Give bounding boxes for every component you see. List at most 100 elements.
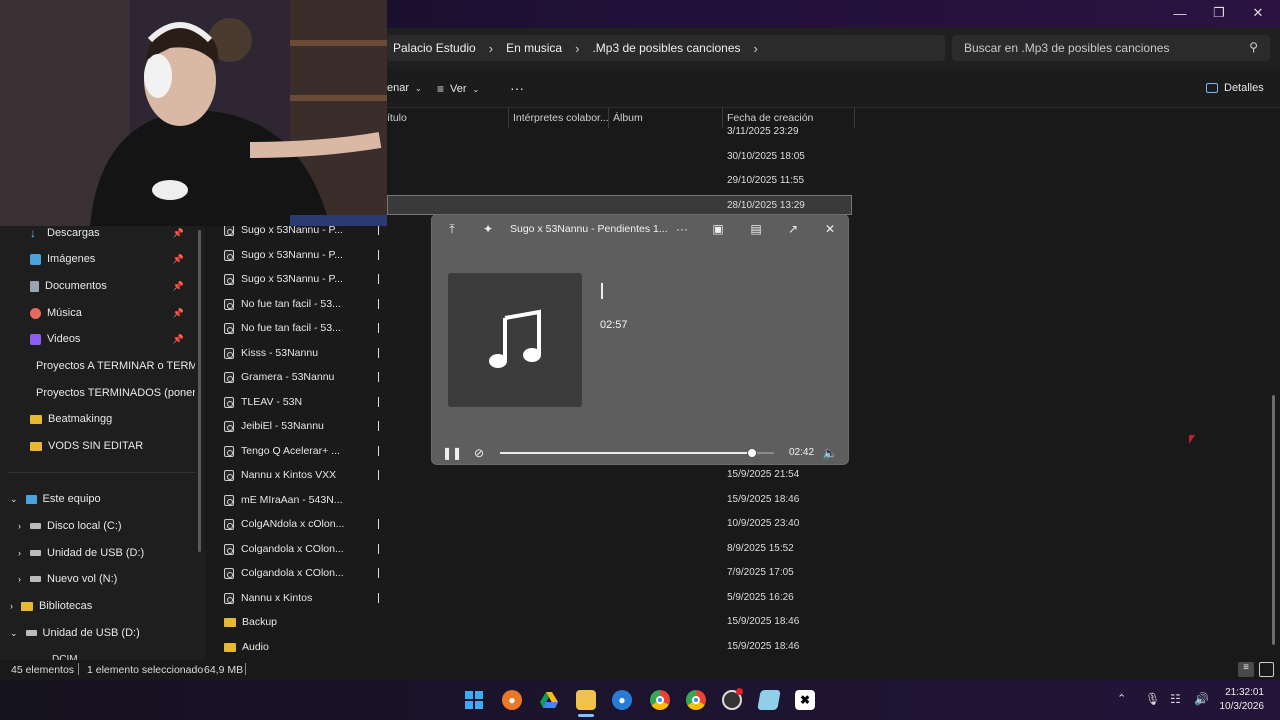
nav-drive-n[interactable]: › Nuevo vol (N:): [18, 566, 198, 592]
close-icon[interactable]: ✕: [820, 221, 840, 237]
file-row[interactable]: JeibiEl - 53Nannu: [224, 414, 374, 438]
speaker-icon[interactable]: 🔊: [1194, 692, 1209, 706]
chrome-icon[interactable]: [650, 690, 670, 710]
details-view-icon[interactable]: ≡: [1238, 662, 1254, 677]
file-row[interactable]: Colgandola x COlon...: [224, 561, 374, 585]
content-scrollbar[interactable]: [1272, 395, 1275, 645]
breadcrumb-palacio[interactable]: Palacio Estudio: [393, 41, 476, 55]
view-button[interactable]: ≡ Ver ⌄: [437, 82, 479, 96]
microphone-icon[interactable]: 🎙: [1145, 692, 1160, 706]
file-info-icon[interactable]: ▣: [708, 221, 728, 237]
fl-studio-icon[interactable]: ●: [502, 690, 522, 710]
pin-on-top-icon[interactable]: ✦: [478, 221, 498, 237]
folder-row[interactable]: Backup: [224, 610, 374, 634]
nav-scrollbar[interactable]: [198, 230, 201, 552]
volume-icon[interactable]: 🔈: [820, 445, 840, 461]
row-divider: [378, 568, 379, 578]
nav-videos[interactable]: Videos 📌: [30, 326, 200, 352]
clock-date[interactable]: 10/3/2026: [1210, 701, 1265, 712]
column-album[interactable]: Álbum: [613, 112, 643, 124]
nav-musica[interactable]: Música 📌: [30, 300, 200, 326]
pause-icon[interactable]: ❚❚: [442, 445, 462, 461]
playlist-icon[interactable]: ▤: [746, 221, 766, 237]
folder-row[interactable]: Audio: [224, 635, 374, 659]
file-row[interactable]: Kisss - 53Nannu: [224, 341, 374, 365]
chevron-down-icon[interactable]: ⌄: [10, 628, 18, 639]
file-row[interactable]: mE MIraAan - 543N...: [224, 488, 374, 512]
minimize-button[interactable]: —: [1161, 0, 1199, 26]
microphone-app-icon[interactable]: ●: [612, 690, 632, 710]
share-icon[interactable]: ↗: [783, 221, 803, 237]
nav-dcim-partial[interactable]: DCIM: [52, 653, 78, 660]
details-button[interactable]: Detalles: [1206, 82, 1264, 94]
nav-este-equipo[interactable]: ⌄ Este equipo: [10, 486, 200, 512]
close-button[interactable]: ✕: [1239, 0, 1277, 26]
pin-icon[interactable]: 📌: [173, 308, 184, 319]
chevron-right-icon[interactable]: ›: [10, 601, 13, 611]
file-row[interactable]: Sugo x 53Nannu - P...: [224, 243, 374, 267]
more-options-button[interactable]: ···: [510, 80, 524, 96]
clock-time[interactable]: 21:32:01: [1216, 687, 1264, 698]
sort-button[interactable]: enar ⌄: [387, 82, 422, 94]
file-row[interactable]: Gramera - 53Nannu: [224, 365, 374, 389]
nav-imagenes[interactable]: Imágenes 📌: [30, 246, 200, 272]
pin-icon[interactable]: 📌: [173, 281, 184, 292]
column-artists[interactable]: Intérpretes colabor...: [513, 112, 609, 124]
mini-player[interactable]: ⤒ ✦ Sugo x 53Nannu - Pendientes 1... ···…: [431, 214, 849, 465]
nav-folder[interactable]: Proyectos TERMINADOS (poner p: [30, 380, 195, 406]
column-divider[interactable]: [508, 108, 509, 128]
file-row[interactable]: Tengo Q Acelerar+ ...: [224, 439, 374, 463]
file-row[interactable]: Sugo x 53Nannu - P...: [224, 267, 374, 291]
pin-icon[interactable]: 📌: [173, 254, 184, 265]
column-title[interactable]: ítulo: [387, 112, 407, 124]
breadcrumb-mp3[interactable]: .Mp3 de posibles canciones: [592, 41, 740, 55]
column-divider[interactable]: [722, 108, 723, 128]
nav-drive-d[interactable]: › Unidad de USB (D:): [18, 540, 198, 566]
nav-drive-c[interactable]: › Disco local (C:): [18, 513, 198, 539]
nav-documentos[interactable]: Documentos 📌: [30, 273, 200, 299]
chevron-down-icon[interactable]: ⌄: [10, 494, 18, 505]
nav-usb-d[interactable]: ⌄ Unidad de USB (D:): [10, 620, 200, 646]
chevron-right-icon: ›: [575, 40, 580, 56]
file-row[interactable]: TLEAV - 53N: [224, 390, 374, 414]
nav-bibliotecas[interactable]: › Bibliotecas: [10, 593, 200, 619]
chevron-up-icon[interactable]: ⌃: [1117, 692, 1126, 705]
network-icon[interactable]: ☷: [1170, 692, 1181, 706]
nav-folder[interactable]: VODS SIN EDITAR: [30, 433, 195, 459]
breadcrumb-en-musica[interactable]: En musica: [506, 41, 562, 55]
file-row[interactable]: No fue tan facil - 53...: [224, 316, 374, 340]
folder-name: Backup: [242, 616, 278, 628]
tiles-view-icon[interactable]: [1259, 662, 1274, 677]
seek-thumb[interactable]: [747, 448, 758, 458]
maximize-button[interactable]: ❐: [1200, 0, 1238, 26]
chevron-right-icon[interactable]: ›: [18, 574, 21, 584]
pin-icon[interactable]: 📌: [173, 334, 184, 345]
seek-track[interactable]: [500, 448, 774, 458]
file-explorer-icon[interactable]: [576, 690, 596, 710]
chevron-right-icon[interactable]: ›: [18, 548, 21, 558]
column-created[interactable]: Fecha de creación: [727, 112, 813, 124]
google-drive-icon[interactable]: [539, 690, 559, 710]
file-row[interactable]: Nannu x Kintos: [224, 586, 374, 610]
chevron-right-icon[interactable]: ›: [18, 521, 21, 531]
file-row[interactable]: ColgANdola x cOlon...: [224, 512, 374, 536]
repeat-off-icon[interactable]: ⊘: [469, 445, 489, 461]
chevron-right-icon[interactable]: ›: [754, 41, 758, 56]
search-icon[interactable]: ⚲: [1249, 40, 1258, 54]
notes-app-icon[interactable]: [757, 690, 781, 710]
file-row[interactable]: Colgandola x COlon...: [224, 537, 374, 561]
restore-icon[interactable]: ⤒: [442, 221, 462, 237]
file-row[interactable]: No fue tan facil - 53...: [224, 292, 374, 316]
more-icon[interactable]: ···: [672, 221, 692, 237]
nav-folder[interactable]: Beatmakingg: [30, 406, 195, 432]
capcut-icon[interactable]: ✖: [795, 690, 815, 710]
pin-icon[interactable]: 📌: [173, 228, 184, 239]
nav-folder[interactable]: Proyectos A TERMINAR o TERMIN: [30, 353, 195, 379]
column-divider[interactable]: [854, 108, 855, 128]
column-divider[interactable]: [608, 108, 609, 128]
start-icon[interactable]: [464, 690, 484, 710]
search-input[interactable]: Buscar en .Mp3 de posibles canciones ⚲: [952, 35, 1270, 61]
chrome-profile-icon[interactable]: [686, 690, 706, 710]
file-row[interactable]: Nannu x Kintos VXX: [224, 463, 374, 487]
breadcrumb[interactable]: Palacio Estudio › En musica › .Mp3 de po…: [387, 35, 945, 61]
